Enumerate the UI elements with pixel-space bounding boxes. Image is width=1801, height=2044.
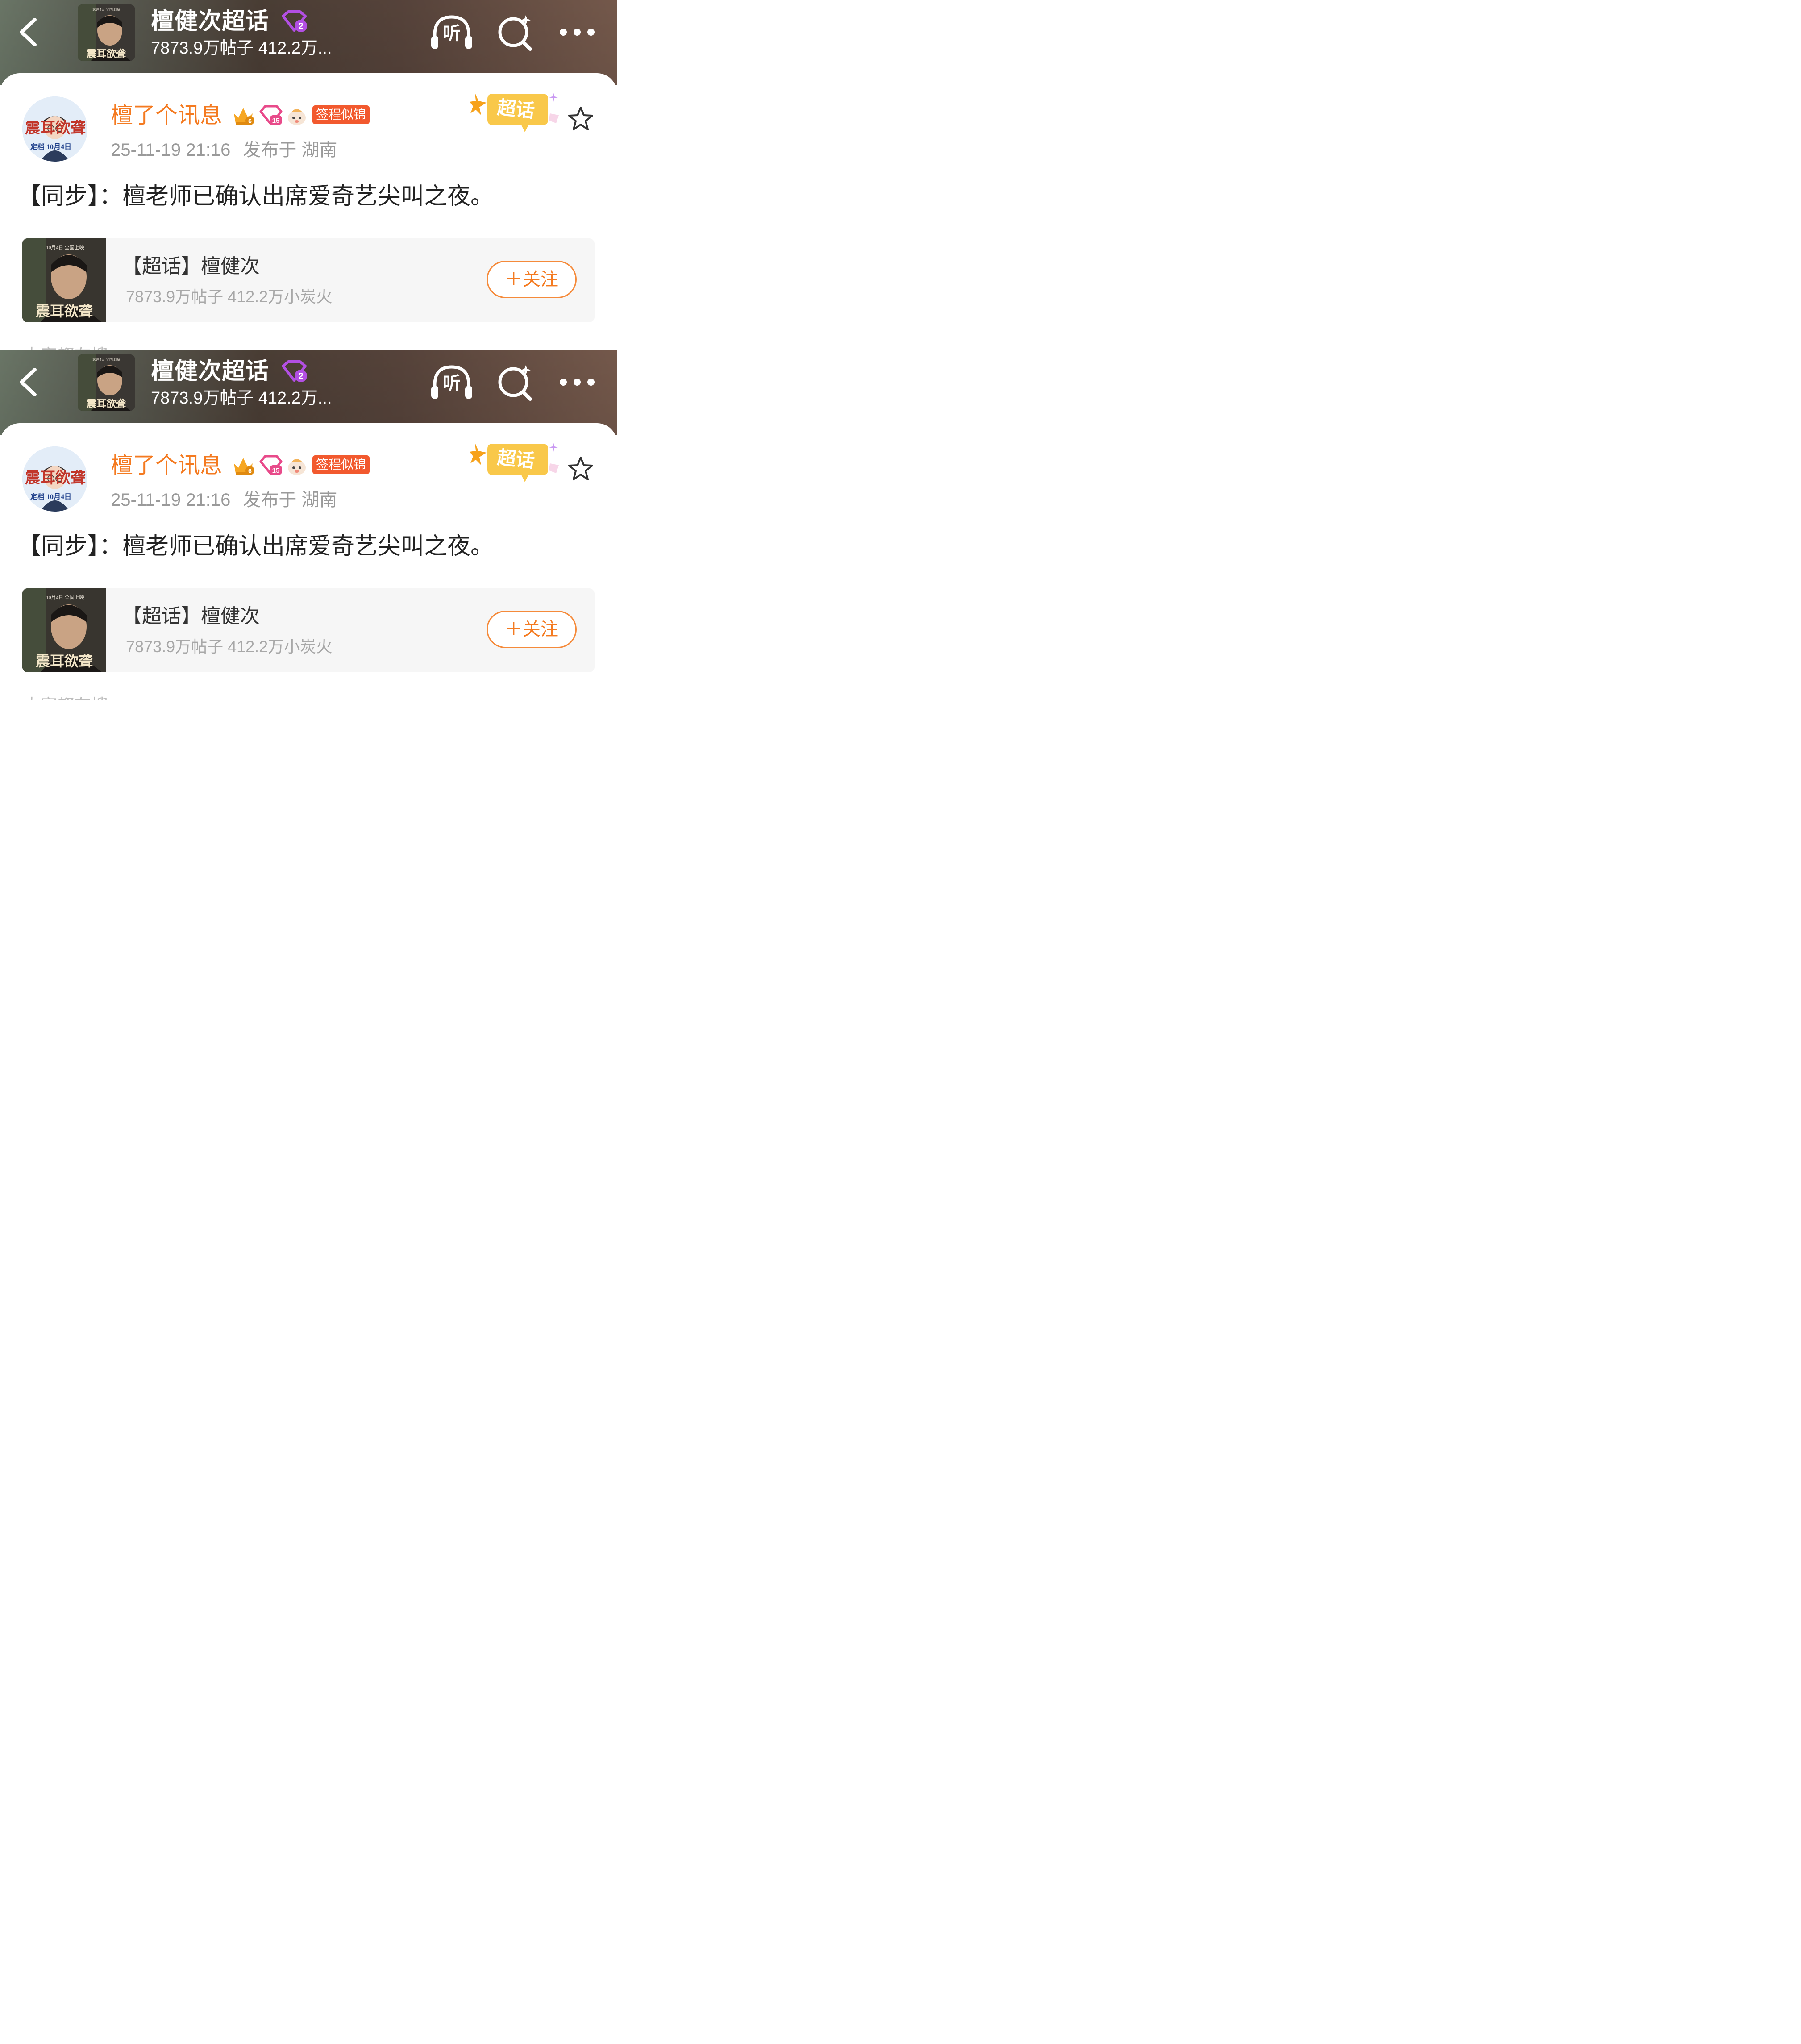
post-location: 发布于 湖南 (243, 140, 337, 160)
supertopic-badge-label: 超话 (496, 96, 536, 122)
crown-icon: 6 (234, 458, 254, 475)
post-text: 【同步】：檀老师已确认出席爱奇艺尖叫之夜。 (18, 533, 494, 559)
supertopic-card-stats: 7873.9万帖子 412.2万小炭火 (126, 637, 333, 656)
post-meta: 25-11-19 21:16 发布于 湖南 (111, 138, 337, 162)
screenshot-section: 10月4日 全国上映 震耳欲聋 檀健次超话 2 7873.9万帖子 412.2万… (0, 0, 617, 350)
svg-text:2: 2 (298, 371, 303, 381)
svg-text:15: 15 (272, 117, 280, 125)
author-name[interactable]: 檀了个讯息 (111, 452, 222, 479)
search-icon[interactable] (496, 13, 534, 51)
card-thumb-release-text: 10月4日 全国上映 (46, 594, 84, 600)
supertopic-card-name: 【超话】檀健次 (122, 255, 260, 277)
listen-button[interactable]: 听 (429, 13, 474, 52)
diamond-icon: 15 (259, 455, 283, 475)
mascot-icon (288, 109, 306, 125)
post-text: 【同步】：檀老师已确认出席爱奇艺尖叫之夜。 (18, 183, 494, 209)
supertopic-card[interactable]: 10月4日 全国上映 震耳欲聋 【超话】檀健次 7873.9万帖子 412.2万… (22, 238, 595, 322)
screenshot-section: 10月4日 全国上映 震耳欲聋 檀健次超话 2 7873.9万帖子 412.2万… (0, 350, 617, 700)
post-meta: 25-11-19 21:16 发布于 湖南 (111, 488, 337, 512)
supertopic-badge-label: 超话 (496, 446, 536, 472)
author-avatar[interactable]: 震耳欲聋 定档 10月4日 (22, 96, 87, 162)
topic-level-badge-icon: 2 (282, 360, 307, 382)
topic-level-badge-icon: 2 (282, 10, 307, 32)
author-name[interactable]: 檀了个讯息 (111, 102, 222, 129)
svg-text:6: 6 (248, 467, 252, 475)
thumb-release-text: 10月4日 全国上映 (92, 357, 120, 362)
topic-stats: 7873.9万帖子 412.2万... (151, 39, 332, 58)
listen-button[interactable]: 听 (429, 363, 474, 402)
fan-group-badge: 签程似锦 (312, 455, 370, 474)
post-card: 震耳欲聋 定档 10月4日 檀了个讯息 6 15 签程似锦 25-11-19 2… (0, 73, 617, 350)
thumb-poster-text: 震耳欲聋 (87, 398, 126, 409)
post-location: 发布于 湖南 (243, 490, 337, 510)
more-options-icon[interactable] (558, 373, 596, 391)
crown-icon: 6 (234, 108, 254, 125)
card-thumb-poster-text: 震耳欲聋 (36, 653, 93, 669)
svg-text:15: 15 (272, 467, 280, 475)
topic-stats: 7873.9万帖子 412.2万... (151, 389, 332, 408)
post-timestamp: 25-11-19 21:16 (111, 140, 231, 160)
trending-searches-heading: 大家都在搜 (23, 695, 108, 700)
mascot-icon (288, 459, 306, 475)
avatar-poster-text: 震耳欲聋 (25, 120, 86, 137)
supertopic-card-name: 【超话】檀健次 (122, 605, 260, 627)
star-icon[interactable] (567, 105, 595, 133)
listen-label: 听 (443, 374, 461, 393)
supertopic-badge: 超话 (470, 439, 565, 486)
supertopic-badge: 超话 (470, 89, 565, 136)
follow-button[interactable]: ＋关注 (487, 261, 577, 298)
topic-title: 檀健次超话 (151, 358, 270, 384)
fan-group-badge: 签程似锦 (312, 105, 370, 124)
svg-text:2: 2 (298, 21, 303, 31)
trending-searches-heading: 大家都在搜 (23, 346, 108, 350)
topic-thumbnail[interactable]: 10月4日 全国上映 震耳欲聋 (78, 4, 135, 61)
topic-thumbnail[interactable]: 10月4日 全国上映 震耳欲聋 (78, 354, 135, 411)
diamond-icon: 15 (259, 105, 283, 125)
follow-button[interactable]: ＋关注 (487, 611, 577, 648)
svg-text:6: 6 (248, 117, 252, 125)
thumb-poster-text: 震耳欲聋 (87, 48, 126, 59)
avatar-date-text: 定档 10月4日 (30, 142, 71, 151)
author-avatar[interactable]: 震耳欲聋 定档 10月4日 (22, 446, 87, 512)
star-icon[interactable] (567, 455, 595, 483)
post-timestamp: 25-11-19 21:16 (111, 490, 231, 510)
back-icon[interactable] (13, 364, 45, 400)
search-icon[interactable] (496, 363, 534, 401)
post-card: 震耳欲聋 定档 10月4日 檀了个讯息 6 15 签程似锦 25-11-19 2… (0, 423, 617, 700)
back-icon[interactable] (13, 14, 45, 50)
supertopic-card-thumbnail: 10月4日 全国上映 震耳欲聋 (22, 588, 106, 672)
topic-title: 檀健次超话 (151, 8, 270, 34)
supertopic-card-stats: 7873.9万帖子 412.2万小炭火 (126, 287, 333, 306)
supertopic-card-thumbnail: 10月4日 全国上映 震耳欲聋 (22, 238, 106, 322)
more-options-icon[interactable] (558, 23, 596, 41)
card-thumb-poster-text: 震耳欲聋 (36, 303, 93, 319)
card-thumb-release-text: 10月4日 全国上映 (46, 244, 84, 250)
screenshot: 10月4日 全国上映 震耳欲聋 檀健次超话 2 7873.9万帖子 412.2万… (0, 0, 617, 700)
avatar-date-text: 定档 10月4日 (30, 492, 71, 501)
thumb-release-text: 10月4日 全国上映 (92, 7, 120, 12)
supertopic-card[interactable]: 10月4日 全国上映 震耳欲聋 【超话】檀健次 7873.9万帖子 412.2万… (22, 588, 595, 672)
listen-label: 听 (443, 24, 461, 43)
topic-header: 10月4日 全国上映 震耳欲聋 檀健次超话 2 7873.9万帖子 412.2万… (0, 0, 617, 85)
avatar-poster-text: 震耳欲聋 (25, 470, 86, 487)
topic-header: 10月4日 全国上映 震耳欲聋 檀健次超话 2 7873.9万帖子 412.2万… (0, 350, 617, 435)
